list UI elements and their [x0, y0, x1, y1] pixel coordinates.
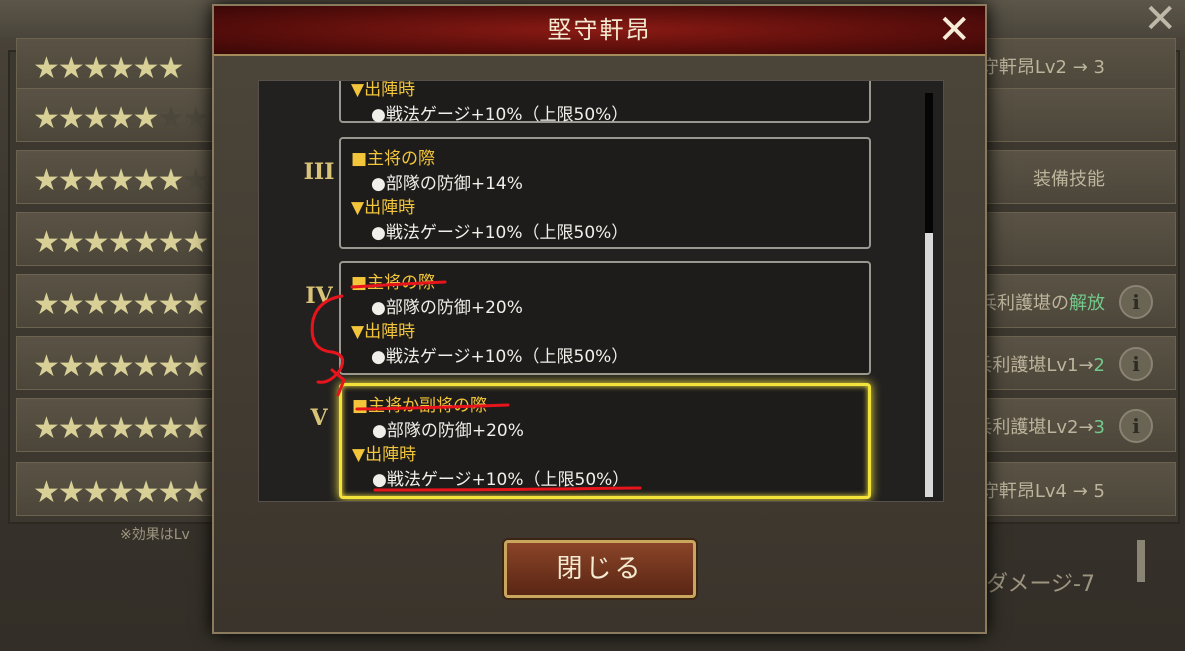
star-rating: ★★★★★★★: [33, 163, 209, 198]
star-rating: ★★★★★★★: [33, 287, 209, 322]
info-icon[interactable]: i: [1119, 409, 1153, 443]
tier-list-scrollbar[interactable]: [925, 93, 933, 497]
background-close-icon[interactable]: ✕: [1143, 0, 1177, 42]
star-rating: ★★★★★★★★: [33, 349, 234, 384]
skill-tier-list[interactable]: ▼出陣時 ●戦法ゲージ+10%（上限50%） III ■主将の際 ●部隊の防御+14% ▼…: [258, 80, 944, 502]
tier-effect: ●戦法ゲージ+10%（上限50%）: [372, 469, 630, 490]
tier-effect: ●部隊の防御+20%: [372, 420, 524, 441]
close-button[interactable]: 閉じる: [504, 540, 696, 598]
tier-condition: ▼出陣時: [351, 198, 416, 218]
dialog-header: 堅守軒昂 ✕: [214, 6, 985, 56]
tier-condition: ■主将か副将の際: [352, 396, 488, 416]
star-rating: ★★★★★★: [33, 51, 184, 86]
dialog-title: 堅守軒昂: [547, 16, 652, 44]
background-scrollbar[interactable]: [1137, 540, 1145, 582]
tier-effect: ●部隊の防御+14%: [371, 173, 523, 194]
skill-detail-dialog: 堅守軒昂 ✕ ▼出陣時 ●戦法ゲージ+10%（上限50%） III ■主将の際 ●部隊の…: [212, 4, 987, 634]
tier-condition: ▼出陣時: [351, 322, 416, 342]
star-rating: ★★★★★★★: [33, 225, 209, 260]
tier-effect: ●部隊の防御+20%: [371, 297, 523, 318]
star-rating: ★★★★★★★: [33, 101, 209, 136]
tier-effect: ●戦法ゲージ+10%（上限50%）: [371, 222, 629, 243]
info-icon[interactable]: i: [1119, 347, 1153, 381]
background-damage-text: ダメージ-7: [986, 572, 1095, 597]
background-effect-note: ※効果はLv: [120, 527, 190, 543]
tier-condition: ■主将の際: [351, 273, 436, 293]
star-rating: ★★★★★★★★: [33, 411, 234, 446]
row-description: 装備技能: [1033, 169, 1105, 190]
tier-card: ▼出陣時 ●戦法ゲージ+10%（上限50%）: [339, 80, 871, 125]
close-icon[interactable]: ✕: [937, 8, 971, 52]
tier-condition: ▼出陣時: [352, 445, 417, 465]
tier-condition: ■主将の際: [351, 149, 436, 169]
tier-effect: ●戦法ゲージ+10%（上限50%）: [371, 346, 629, 367]
tier-card-current: ■主将か副将の際 ●部隊の防御+20% ▼出陣時 ●戦法ゲージ+10%（上限50%）: [339, 383, 871, 499]
tier-card: ■主将の際 ●部隊の防御+20% ▼出陣時 ●戦法ゲージ+10%（上限50%）: [339, 261, 871, 375]
tier-effect: ●戦法ゲージ+10%（上限50%）: [371, 104, 629, 125]
tier-condition: ▼出陣時: [351, 80, 416, 100]
tier-list-scroll-thumb[interactable]: [925, 93, 933, 233]
info-icon[interactable]: i: [1119, 285, 1153, 319]
tier-card: ■主将の際 ●部隊の防御+14% ▼出陣時 ●戦法ゲージ+10%（上限50%）: [339, 137, 871, 249]
